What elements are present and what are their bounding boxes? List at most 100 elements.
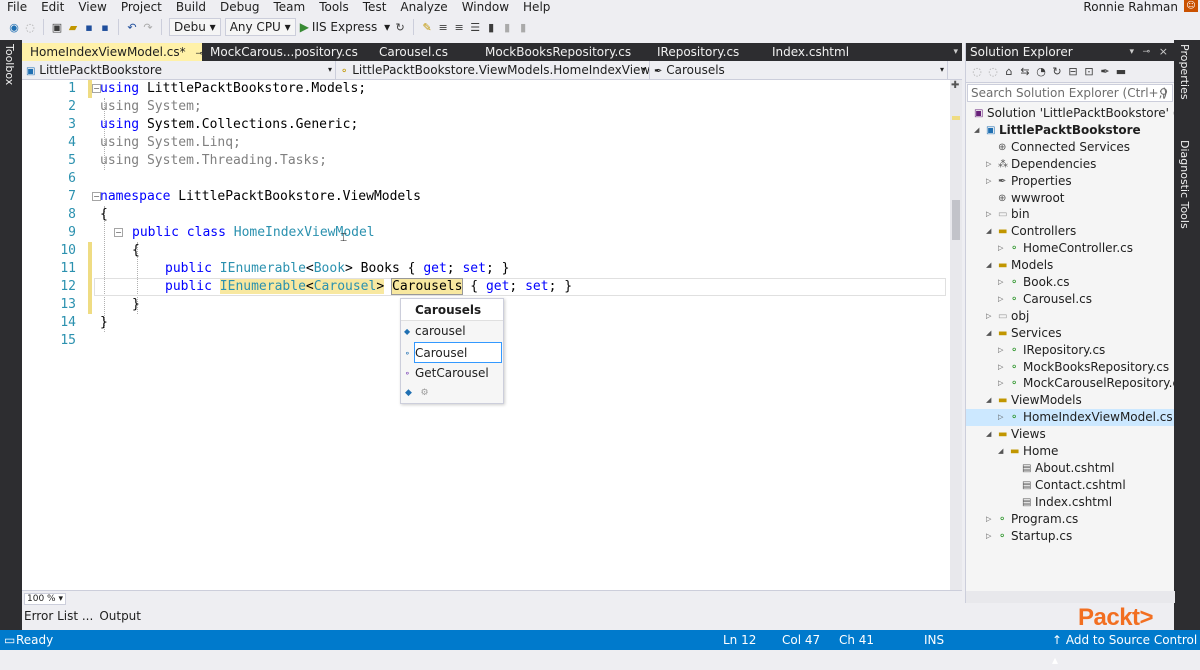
collapsed-arrow-icon[interactable]: ▷ — [998, 274, 1003, 291]
expanded-arrow-icon[interactable]: ◢ — [974, 122, 979, 139]
tree-node[interactable]: ▤ Contact.cshtml — [966, 477, 1174, 494]
diagnostic-tools-tab[interactable]: Diagnostic Tools — [1178, 140, 1191, 229]
expanded-arrow-icon[interactable]: ◢ — [986, 223, 991, 240]
tab-carousel[interactable]: Carousel.cs — [377, 43, 477, 61]
tree-node[interactable]: ◢ ▬ ViewModels — [966, 392, 1174, 409]
smiley-icon[interactable]: ☺ — [1184, 0, 1198, 12]
menu-test[interactable]: Test — [356, 1, 394, 14]
new-project-icon[interactable]: ▣ — [51, 21, 63, 34]
indent-icon[interactable]: ≡ — [437, 21, 449, 34]
refresh-icon[interactable]: ↻ — [394, 21, 406, 34]
menu-analyze[interactable]: Analyze — [393, 1, 454, 14]
collapsed-arrow-icon[interactable]: ▷ — [986, 528, 991, 545]
expanded-arrow-icon[interactable]: ◢ — [986, 426, 991, 443]
editor-vertical-scrollbar[interactable]: ✚ — [950, 80, 962, 590]
back-icon[interactable]: ◌ — [971, 65, 983, 78]
collapsed-arrow-icon[interactable]: ▷ — [998, 409, 1003, 426]
sync-icon[interactable]: ⇆ — [1019, 65, 1031, 78]
split-icon[interactable]: ✚ — [951, 80, 959, 91]
menu-project[interactable]: Project — [114, 1, 169, 14]
pending-changes-icon[interactable]: ◔ — [1035, 65, 1047, 78]
intellisense-item[interactable]: ⚬ GetCarousel — [401, 363, 503, 384]
tree-node[interactable]: ◢ ▬ Views — [966, 426, 1174, 443]
tree-node[interactable]: ▤ Index.cshtml — [966, 494, 1174, 511]
close-icon[interactable]: × — [1159, 43, 1168, 61]
tree-node[interactable]: ▷ ⚬ HomeIndexViewModel.cs — [966, 409, 1174, 427]
expanded-arrow-icon[interactable]: ◢ — [986, 325, 991, 342]
tree-node[interactable]: ▷ ⚬ Startup.cs — [966, 528, 1174, 545]
tree-node[interactable]: ▷ ▭ obj — [966, 308, 1174, 325]
editor-horizontal-scrollbar[interactable]: 100 % ▾ — [22, 590, 962, 605]
tree-node[interactable]: ▣Solution 'LittlePacktBookstore' (1 pr — [966, 105, 1174, 122]
show-all-files-icon[interactable]: ⊡ — [1083, 65, 1095, 78]
tree-node[interactable]: ▷ ⚬ Carousel.cs — [966, 291, 1174, 308]
refresh-icon[interactable]: ↻ — [1051, 65, 1063, 78]
field-filter-icon[interactable]: ◆ — [405, 388, 412, 398]
tree-node[interactable]: ▷ ⚬ IRepository.cs — [966, 342, 1174, 359]
collapsed-arrow-icon[interactable]: ▷ — [986, 308, 991, 325]
menu-tools[interactable]: Tools — [312, 1, 356, 14]
menu-file[interactable]: File — [0, 1, 34, 14]
zoom-dropdown[interactable]: 100 % ▾ — [24, 593, 66, 605]
tab-dropdown-icon[interactable]: ▾ — [953, 43, 958, 61]
solution-explorer-scrollbar[interactable] — [966, 591, 1175, 603]
tree-node[interactable]: ⊕ wwwroot — [966, 190, 1174, 207]
tree-node[interactable]: ▷ ⚬ MockBooksRepository.cs — [966, 359, 1174, 376]
search-icon[interactable]: ⚲ — [1159, 85, 1168, 101]
tree-node[interactable]: ▷ ⚬ Book.cs — [966, 274, 1174, 291]
tree-node[interactable]: ▷ ✒ Properties — [966, 173, 1174, 190]
project-dropdown[interactable]: ▣ LittlePacktBookstore ▾ — [22, 61, 336, 79]
tab-output[interactable]: Output — [99, 609, 141, 623]
collapsed-arrow-icon[interactable]: ▷ — [998, 342, 1003, 359]
pin-icon[interactable]: ⊸ — [1142, 43, 1150, 61]
properties-tab[interactable]: Properties — [1178, 44, 1191, 100]
tree-node[interactable]: ▷ ⚬ HomeController.cs — [966, 240, 1174, 257]
collapsed-arrow-icon[interactable]: ▷ — [986, 511, 991, 528]
back-icon[interactable]: ◉ — [8, 21, 20, 34]
tree-node[interactable]: ▷ ▭ bin — [966, 206, 1174, 223]
expanded-arrow-icon[interactable]: ◢ — [986, 257, 991, 274]
forward-icon[interactable]: ◌ — [24, 21, 36, 34]
tree-node[interactable]: ◢ ▬ Controllers — [966, 223, 1174, 240]
intellisense-item[interactable]: ⚬ Carousel — [404, 342, 502, 363]
properties-icon[interactable]: ✒ — [1099, 65, 1111, 78]
tab-irepository[interactable]: IRepository.cs — [649, 43, 764, 61]
find-icon[interactable]: ✎ — [421, 21, 433, 34]
save-all-icon[interactable]: ▪ — [99, 21, 111, 34]
source-control-button[interactable]: ↑ Add to Source Control ▴ — [1052, 630, 1200, 670]
collapse-icon[interactable]: − — [114, 228, 123, 237]
redo-icon[interactable]: ↷ — [142, 21, 154, 34]
intellisense-item[interactable]: ◆ carousel — [401, 321, 503, 342]
bookmark-icon[interactable]: ▮ — [485, 21, 497, 34]
tab-mockcarouselrepository[interactable]: MockCarous...pository.cs — [202, 43, 377, 61]
menu-edit[interactable]: Edit — [34, 1, 71, 14]
dropdown-icon[interactable]: ▾ — [1129, 43, 1134, 61]
preview-icon[interactable]: ▬ — [1115, 65, 1127, 78]
toolbox-tab[interactable]: Toolbox — [3, 44, 16, 85]
collapsed-arrow-icon[interactable]: ▷ — [998, 291, 1003, 308]
collapse-all-icon[interactable]: ⊟ — [1067, 65, 1079, 78]
collapsed-arrow-icon[interactable]: ▷ — [998, 375, 1003, 392]
tree-node[interactable]: ◢ ▬ Services — [966, 325, 1174, 342]
tree-node[interactable]: ◢ ▬ Home — [966, 443, 1174, 460]
collapsed-arrow-icon[interactable]: ▷ — [998, 359, 1003, 376]
tree-node[interactable]: ⊕ Connected Services — [966, 139, 1174, 156]
menu-debug[interactable]: Debug — [213, 1, 266, 14]
menu-team[interactable]: Team — [266, 1, 312, 14]
menu-window[interactable]: Window — [455, 1, 516, 14]
undo-icon[interactable]: ↶ — [126, 21, 138, 34]
open-icon[interactable]: ▰ — [67, 21, 79, 34]
bookmark-prev-icon[interactable]: ▮ — [501, 21, 513, 34]
solution-explorer-search[interactable]: Search Solution Explorer (Ctrl+;) ⚲ — [967, 84, 1173, 102]
expanded-arrow-icon[interactable]: ◢ — [998, 443, 1003, 460]
class-filter-icon[interactable]: ⚙ — [421, 388, 429, 398]
collapsed-arrow-icon[interactable]: ▷ — [986, 206, 991, 223]
tree-node[interactable]: ◢ ▣ LittlePacktBookstore — [966, 122, 1174, 139]
menu-help[interactable]: Help — [516, 1, 557, 14]
collapsed-arrow-icon[interactable]: ▷ — [986, 156, 991, 173]
type-dropdown[interactable]: ⚬ LittlePacktBookstore.ViewModels.HomeIn… — [336, 61, 650, 79]
menu-view[interactable]: View — [71, 1, 113, 14]
configuration-dropdown[interactable]: Debu ▾ — [169, 18, 221, 36]
tree-node[interactable]: ▷ ⚬ Program.cs — [966, 511, 1174, 528]
platform-dropdown[interactable]: Any CPU ▾ — [224, 18, 296, 36]
